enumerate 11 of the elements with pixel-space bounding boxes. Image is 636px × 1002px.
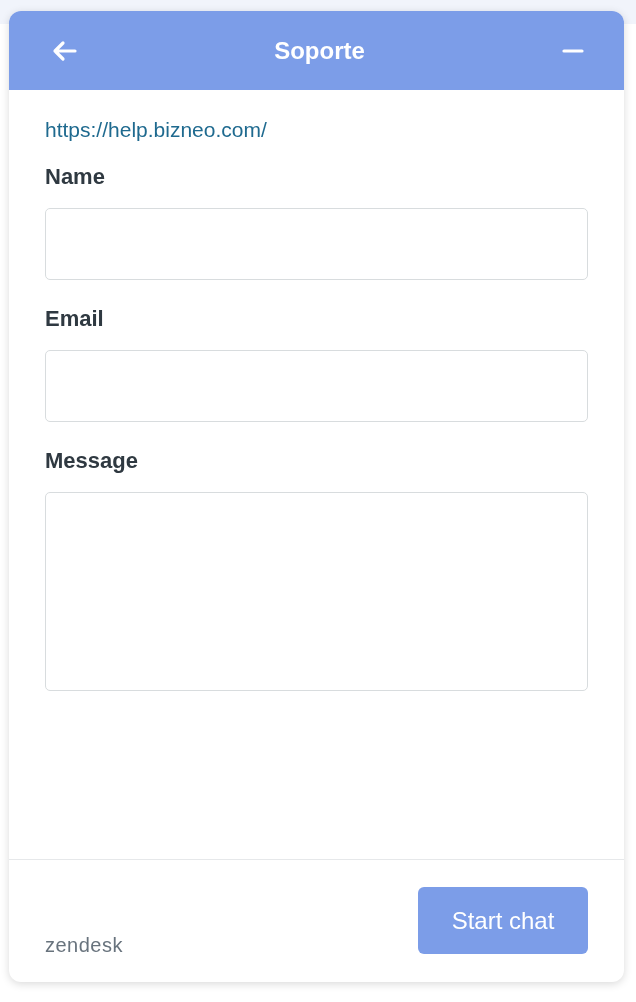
minimize-icon — [562, 48, 584, 53]
field-label: Message — [45, 448, 139, 474]
back-arrow-icon — [51, 39, 77, 62]
input-field[interactable] — [45, 208, 588, 280]
brand-logo: zendesk — [45, 934, 123, 957]
message-field[interactable] — [45, 492, 588, 691]
input-field[interactable] — [45, 350, 588, 422]
window-title: Soporte — [274, 36, 365, 65]
field-label: Email — [45, 306, 105, 332]
field-label: Name — [45, 164, 106, 190]
help-link[interactable]: https://help.bizneo.com/ — [45, 118, 267, 142]
